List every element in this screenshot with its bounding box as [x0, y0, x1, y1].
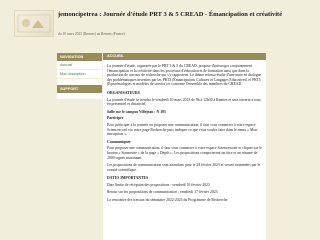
- page-title: ACCUEIL: [103, 53, 266, 60]
- comm-heading: Communiquer: [107, 139, 131, 144]
- site-title[interactable]: jemoncipetrea : Journée d'étude PRT 3 & …: [58, 11, 313, 19]
- nav-heading: NAVIGATION: [57, 53, 102, 61]
- org-text: La journée d'étude se tiendra le vendred…: [107, 97, 262, 107]
- sidebar-item-inscription[interactable]: Mon inscription: [57, 70, 102, 79]
- participer-text: Pour participer à la journée ou proposer…: [107, 122, 258, 137]
- sidebar-item-accueil[interactable]: Accueil: [57, 61, 102, 70]
- support-heading: SUPPORT: [57, 85, 102, 93]
- date-item: Date limite de réception des proposition…: [107, 182, 210, 187]
- sidebar-spacer: [57, 93, 102, 99]
- site-date: du 10 mars 2023 (Rennes) au Rennes (Fran…: [58, 32, 125, 36]
- room-text: Salle sur le campus Villejean : N 105: [107, 109, 166, 114]
- sidebar: NAVIGATION Accueil Mon inscription SUPPO…: [57, 53, 102, 99]
- participer-heading: Participer: [107, 116, 124, 121]
- page: jemoncipetrea : Journée d'étude PRT 3 & …: [0, 0, 320, 240]
- org-heading: ORGANISATEURS: [107, 90, 140, 95]
- intro-text: La journée d'étude, organisée par le PRT…: [107, 64, 262, 87]
- dates-heading: DATES IMPORTANTES: [107, 176, 149, 181]
- site-logo[interactable]: [14, 10, 54, 37]
- logo-graphic-icon: [17, 14, 51, 33]
- prop-text: Les propositions de communication sont a…: [107, 163, 261, 172]
- comm-text: Pour proposer une communication, il faut…: [107, 146, 262, 160]
- date-item: Retour sur les propositions de communica…: [107, 190, 218, 195]
- date-item: La rencontre des travaux du séminaire 20…: [107, 198, 228, 203]
- site-header: jemoncipetrea : Journée d'étude PRT 3 & …: [14, 10, 314, 37]
- main-content: ACCUEIL La journée d'étude, organisée pa…: [103, 53, 266, 240]
